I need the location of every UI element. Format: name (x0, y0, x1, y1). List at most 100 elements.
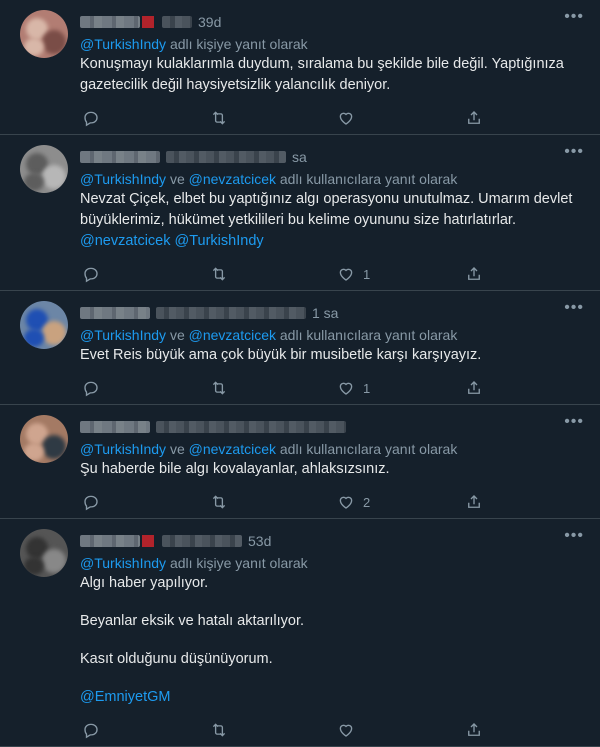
more-options-icon[interactable]: ••• (564, 300, 584, 316)
tweet-header: 39d (80, 12, 584, 32)
heart-icon (337, 109, 355, 127)
display-name-redacted[interactable] (80, 151, 160, 163)
like-count: 1 (363, 266, 371, 282)
share-icon (465, 721, 483, 739)
like-button[interactable] (329, 721, 457, 739)
reply-suffix: adlı kullanıcılara yanıt olarak (279, 171, 458, 187)
retweet-button[interactable] (202, 721, 330, 739)
reply-button[interactable] (74, 109, 202, 127)
replying-to: @TurkishIndy adlı kişiye yanıt olarak (80, 34, 584, 54)
heart-icon (337, 721, 355, 739)
replying-to: @TurkishIndy ve @nevzatcicek adlı kullan… (80, 439, 584, 459)
reply-mention-link[interactable]: @nevzatcicek (189, 327, 276, 343)
avatar[interactable] (20, 301, 68, 349)
share-button[interactable] (457, 109, 585, 127)
avatar[interactable] (20, 10, 68, 58)
handle-redacted (156, 421, 346, 433)
more-options-icon[interactable]: ••• (564, 144, 584, 160)
tweet[interactable]: 53d ••• @TurkishIndy adlı kişiye yanıt ola… (0, 519, 600, 747)
tweet-time[interactable]: 53d (248, 533, 271, 549)
reply-icon (82, 493, 100, 511)
reply-icon (82, 379, 100, 397)
handle-redacted (166, 151, 286, 163)
replying-to: @TurkishIndy ve @nevzatcicek adlı kullan… (80, 169, 584, 189)
retweet-button[interactable] (202, 109, 330, 127)
replying-to: @TurkishIndy ve @nevzatcicek adlı kullan… (80, 325, 584, 345)
like-count: 2 (363, 494, 371, 510)
tweet-actions (74, 714, 584, 746)
reply-button[interactable] (74, 265, 202, 283)
reply-mention-link[interactable]: @nevzatcicek (189, 441, 276, 457)
retweet-icon (210, 721, 228, 739)
retweet-icon (210, 493, 228, 511)
share-button[interactable] (457, 493, 585, 511)
tweet-actions: 1 (74, 372, 584, 404)
reply-joiner: ve (169, 441, 185, 457)
reply-mention-link[interactable]: @TurkishIndy (80, 36, 166, 52)
share-button[interactable] (457, 379, 585, 397)
retweet-button[interactable] (202, 265, 330, 283)
more-options-icon[interactable]: ••• (564, 528, 584, 544)
display-name-redacted[interactable] (80, 535, 140, 547)
reply-icon (82, 109, 100, 127)
reply-mention-link[interactable]: @TurkishIndy (80, 171, 166, 187)
tweet-mentions[interactable]: @nevzatcicek @TurkishIndy (80, 231, 584, 252)
retweet-icon (210, 109, 228, 127)
handle-redacted (162, 535, 242, 547)
tweet-actions (74, 102, 584, 134)
handle-redacted (162, 16, 192, 28)
reply-mention-link[interactable]: @nevzatcicek (189, 171, 276, 187)
reply-suffix: adlı kullanıcılara yanıt olarak (279, 441, 458, 457)
tweet[interactable]: sa ••• @TurkishIndy ve @nevzatcicek adlı k… (0, 135, 600, 291)
tweet[interactable]: 39d ••• @TurkishIndy adlı kişiye yanıt ola… (0, 0, 600, 135)
tweet-text: Evet Reis büyük ama çok büyük bir musibe… (80, 345, 584, 366)
redacted-pixel (142, 535, 154, 547)
like-count: 1 (363, 380, 371, 396)
like-button[interactable]: 2 (329, 493, 457, 511)
tweet-text-line: Şu haberde bile algı kovalayanlar, ahlak… (80, 461, 390, 477)
tweet-text: Şu haberde bile algı kovalayanlar, ahlak… (80, 459, 584, 480)
display-name-redacted[interactable] (80, 421, 150, 433)
share-icon (465, 265, 483, 283)
tweet-actions: 2 (74, 486, 584, 518)
like-button[interactable] (329, 109, 457, 127)
handle-redacted (156, 307, 306, 319)
display-name-redacted[interactable] (80, 16, 140, 28)
avatar[interactable] (20, 529, 68, 577)
reply-mention-link[interactable]: @TurkishIndy (80, 441, 166, 457)
tweet-actions: 1 (74, 258, 584, 290)
like-button[interactable]: 1 (329, 265, 457, 283)
reply-mention-link[interactable]: @TurkishIndy (80, 327, 166, 343)
display-name-redacted[interactable] (80, 307, 150, 319)
tweet-time[interactable]: sa (292, 149, 307, 165)
avatar[interactable] (20, 145, 68, 193)
tweet[interactable]: 1 sa ••• @TurkishIndy ve @nevzatcicek adlı… (0, 291, 600, 405)
tweet-text-line: Kasıt olduğunu düşünüyorum. (80, 651, 273, 667)
tweet-header: sa (80, 147, 584, 167)
reply-mention-link[interactable]: @TurkishIndy (80, 555, 166, 571)
reply-suffix: adlı kişiye yanıt olarak (169, 36, 308, 52)
tweet-text: Konuşmayı kulaklarımla duydum, sıralama … (80, 54, 584, 96)
avatar[interactable] (20, 415, 68, 463)
reply-suffix: adlı kullanıcılara yanıt olarak (279, 327, 458, 343)
reply-button[interactable] (74, 379, 202, 397)
tweet-text-line: Nevzat Çiçek, elbet bu yaptığınız algı o… (80, 191, 573, 228)
heart-icon (337, 493, 355, 511)
reply-timeline: 39d ••• @TurkishIndy adlı kişiye yanıt ola… (0, 0, 600, 747)
like-button[interactable]: 1 (329, 379, 457, 397)
tweet-time[interactable]: 1 sa (312, 305, 338, 321)
tweet[interactable]: ••• @TurkishIndy ve @nevzatcicek adlı kul… (0, 405, 600, 519)
share-icon (465, 109, 483, 127)
share-button[interactable] (457, 265, 585, 283)
retweet-button[interactable] (202, 493, 330, 511)
more-options-icon[interactable]: ••• (564, 9, 584, 25)
tweet-time[interactable]: 39d (198, 14, 221, 30)
share-button[interactable] (457, 721, 585, 739)
reply-joiner: ve (169, 327, 185, 343)
tweet-mentions[interactable]: @EmniyetGM (80, 687, 584, 708)
reply-button[interactable] (74, 721, 202, 739)
more-options-icon[interactable]: ••• (564, 414, 584, 430)
reply-button[interactable] (74, 493, 202, 511)
retweet-button[interactable] (202, 379, 330, 397)
tweet-text: Nevzat Çiçek, elbet bu yaptığınız algı o… (80, 189, 584, 252)
